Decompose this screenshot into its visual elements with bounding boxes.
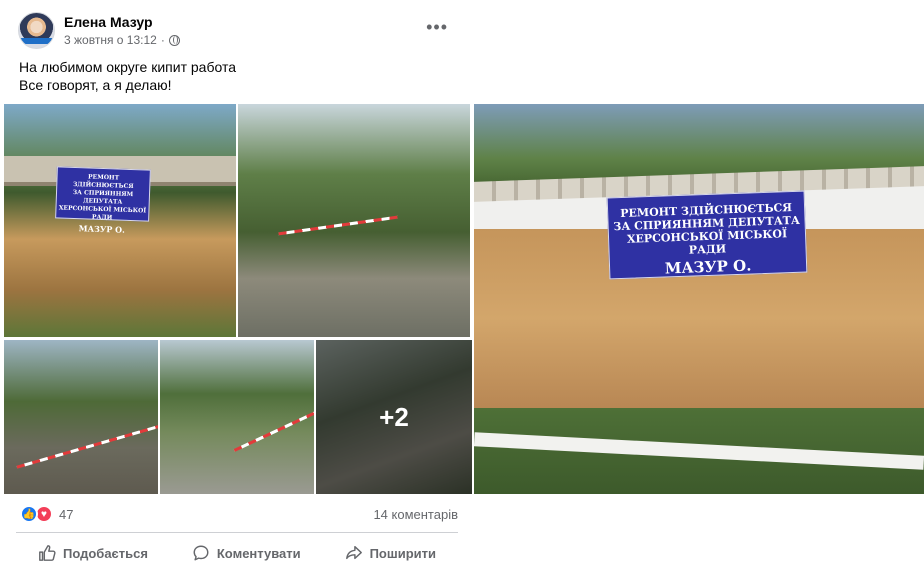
photo-1[interactable]: РЕМОНТ ЗДІЙСНЮЄТЬСЯ ЗА СПРИЯННЯМ ДЕПУТАТ…	[4, 104, 236, 337]
reaction-count[interactable]: 47	[59, 507, 73, 522]
like-icon: 👍	[20, 505, 38, 523]
sign-plaque-large: РЕМОНТ ЗДІЙСНЮЄТЬСЯ ЗА СПРИЯННЯМ ДЕПУТАТ…	[606, 190, 808, 280]
sign-line: МАЗУР О.	[664, 256, 752, 278]
photo-2[interactable]	[238, 104, 470, 337]
enlarged-photo[interactable]: РЕМОНТ ЗДІЙСНЮЄТЬСЯ ЗА СПРИЯННЯМ ДЕПУТАТ…	[474, 104, 924, 494]
photo-5[interactable]: +2	[316, 340, 472, 494]
thumbs-up-icon	[39, 545, 56, 561]
post-header: Елена Мазур 3 жовтня о 13:12 · •••	[18, 12, 458, 52]
post-meta: 3 жовтня о 13:12 ·	[64, 33, 180, 47]
sign-plaque: РЕМОНТ ЗДІЙСНЮЄТЬСЯ ЗА СПРИЯННЯМ ДЕПУТАТ…	[55, 166, 151, 235]
post-text-line: На любимом округе кипит работа	[19, 59, 236, 75]
more-icon[interactable]: •••	[426, 18, 448, 36]
avatar[interactable]	[18, 12, 55, 49]
share-icon	[345, 545, 362, 560]
comments-count[interactable]: 14 коментарів	[373, 507, 458, 522]
sign-line: ХЕРСОНСЬКОЇ МІСЬКОЇ РАДИ	[58, 204, 147, 222]
warning-tape	[16, 424, 158, 469]
facebook-post: Елена Мазур 3 жовтня о 13:12 · ••• На лю…	[0, 0, 474, 569]
action-bar: Подобається Коментувати Поширити	[16, 538, 458, 568]
warning-tape	[233, 411, 314, 452]
sign-line: ХЕРСОНСЬКОЇ МІСЬКОЇ РАДИ	[626, 227, 788, 257]
timestamp[interactable]: 3 жовтня о 13:12	[64, 33, 157, 47]
author-name[interactable]: Елена Мазур	[64, 14, 153, 30]
photo-3[interactable]	[4, 340, 158, 494]
warning-tape	[278, 215, 398, 236]
reactions-summary[interactable]: 👍 ♥ 47	[20, 505, 73, 523]
like-label: Подобається	[62, 545, 148, 561]
avatar-stripe	[19, 38, 54, 44]
post-text-line: Все говорят, а я делаю!	[19, 77, 172, 93]
share-button[interactable]: Поширити	[345, 538, 436, 568]
separator-dot: ·	[160, 33, 165, 47]
photo-4[interactable]	[160, 340, 314, 494]
post-text: На любимом округе кипит работа Все говор…	[19, 58, 236, 94]
more-photos-overlay[interactable]: +2	[316, 340, 472, 494]
comment-label: Коментувати	[216, 545, 301, 561]
globe-icon[interactable]	[168, 34, 180, 46]
photo-grid: РЕМОНТ ЗДІЙСНЮЄТЬСЯ ЗА СПРИЯННЯМ ДЕПУТАТ…	[0, 104, 474, 494]
share-label: Поширити	[369, 545, 436, 561]
sign-line: МАЗУР О.	[78, 223, 126, 235]
like-button[interactable]: Подобається	[38, 538, 148, 568]
comment-button[interactable]: Коментувати	[192, 538, 301, 568]
comment-icon	[193, 545, 209, 561]
barrier-tape	[474, 432, 924, 470]
divider	[16, 532, 458, 533]
